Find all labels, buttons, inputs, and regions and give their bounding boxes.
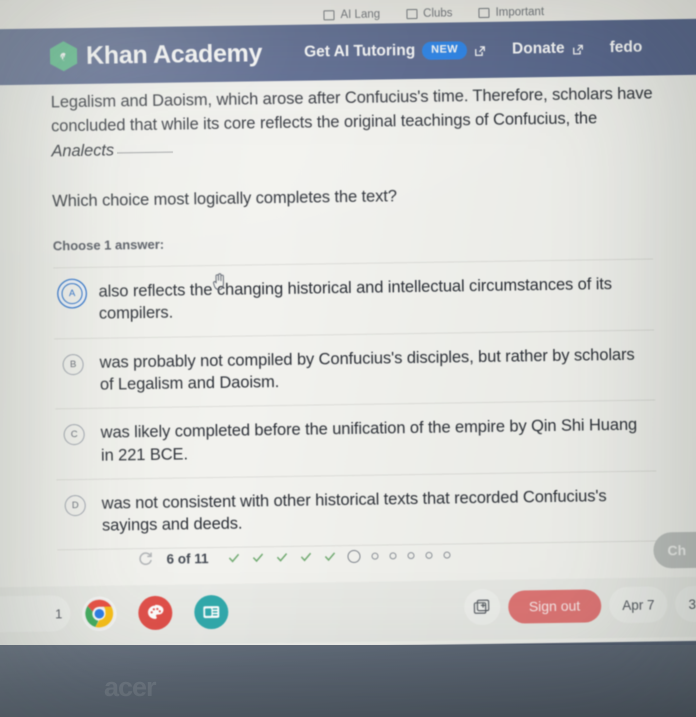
sign-out-button[interactable]: Sign out: [507, 588, 602, 624]
progress-dot: [371, 552, 379, 560]
progress-dot: [443, 551, 451, 559]
progress-check-icon: [227, 551, 240, 564]
choice-letter: B: [62, 353, 84, 376]
canvas-app-icon[interactable]: [138, 595, 173, 631]
header-nav: Get AI Tutoring NEW Donate: [304, 40, 584, 62]
bookmark-label: AI Lang: [340, 8, 381, 22]
nav-get-ai-tutoring[interactable]: Get AI Tutoring NEW: [304, 41, 486, 62]
folder-icon: [478, 7, 490, 19]
passage-line-3: of Confucius, the: [474, 109, 598, 130]
acer-brand-logo: acer: [104, 672, 157, 702]
bookmark-clubs[interactable]: Clubs: [406, 7, 453, 20]
chromeos-shelf: 1 Sign out Apr 7 3:3: [0, 576, 696, 648]
progress-check-icon: [275, 550, 288, 563]
launcher-button[interactable]: 1: [0, 595, 71, 634]
new-badge: NEW: [422, 41, 468, 60]
progress-check-icon: [323, 550, 336, 563]
brand-name: Khan Academy: [85, 38, 263, 70]
passage-text: Legalism and Daoism, which arose after C…: [51, 81, 662, 163]
shelf-app-icons: [82, 594, 229, 632]
shelf-system-tray: Sign out Apr 7 3:3: [463, 585, 696, 626]
tray-time[interactable]: 3:3: [675, 585, 696, 623]
external-link-icon: [474, 44, 486, 57]
chrome-app-icon[interactable]: [82, 596, 117, 632]
khan-academy-header: Khan Academy Get AI Tutoring NEW Donate …: [0, 18, 696, 86]
progress-dot: [425, 551, 433, 559]
folder-icon: [323, 10, 335, 21]
blank-underline: [116, 151, 172, 154]
laptop-screen: AI Lang Clubs Important Khan Academy Get…: [0, 0, 696, 652]
bookmark-important[interactable]: Important: [478, 6, 544, 19]
answer-choice-a[interactable]: A also reflects the changing historical …: [53, 258, 655, 339]
choice-text: was likely completed before the unificat…: [100, 416, 638, 465]
progress-dots: [227, 548, 451, 564]
laptop-photo: AI Lang Clubs Important Khan Academy Get…: [0, 0, 696, 717]
tray-date[interactable]: Apr 7: [608, 586, 668, 624]
choice-text: also reflects the changing historical an…: [98, 275, 613, 324]
nav-label: Get AI Tutoring: [303, 42, 416, 61]
choice-letter: D: [64, 494, 86, 517]
khan-leaf-icon: [50, 41, 77, 71]
check-answer-button[interactable]: Ch: [653, 531, 696, 569]
question-prompt: Which choice most logically completes th…: [52, 187, 398, 211]
passage-line-1: Legalism and Daoism, which arose after C…: [50, 86, 548, 112]
progress-dot: [407, 551, 415, 559]
progress-check-icon: [299, 550, 312, 563]
progress-dot: [389, 551, 397, 559]
nav-label: Donate: [511, 39, 565, 58]
bookmark-label: Important: [495, 6, 545, 19]
screen-capture-icon[interactable]: [463, 588, 501, 626]
bookmark-label: Clubs: [423, 7, 453, 20]
bookmark-ai-lang[interactable]: AI Lang: [323, 9, 380, 22]
user-menu[interactable]: fedo: [609, 39, 642, 57]
passage-italic-title: Analects: [51, 141, 115, 161]
slides-app-icon[interactable]: [194, 594, 229, 630]
answer-choice-c[interactable]: C was likely completed before the unific…: [55, 399, 657, 480]
choice-letter: A: [61, 283, 83, 305]
progress-check-icon: [251, 551, 264, 564]
progress-current-circle: [347, 549, 361, 563]
refresh-icon[interactable]: [137, 551, 153, 567]
exercise-content: Legalism and Daoism, which arose after C…: [0, 75, 696, 552]
answer-choice-b[interactable]: B was probably not compiled by Confucius…: [54, 329, 656, 409]
choice-text: was probably not compiled by Confucius's…: [99, 345, 635, 394]
answer-choice-list: A also reflects the changing historical …: [53, 258, 658, 551]
choose-instruction: Choose 1 answer:: [52, 236, 165, 254]
laptop-bezel: acer: [0, 645, 696, 717]
choice-letter: C: [63, 424, 85, 446]
brand-logo-link[interactable]: Khan Academy: [50, 38, 263, 71]
external-link-icon: [572, 43, 584, 55]
folder-icon: [406, 8, 418, 20]
nav-donate[interactable]: Donate: [512, 40, 584, 59]
question-counter: 6 of 11: [166, 550, 209, 567]
